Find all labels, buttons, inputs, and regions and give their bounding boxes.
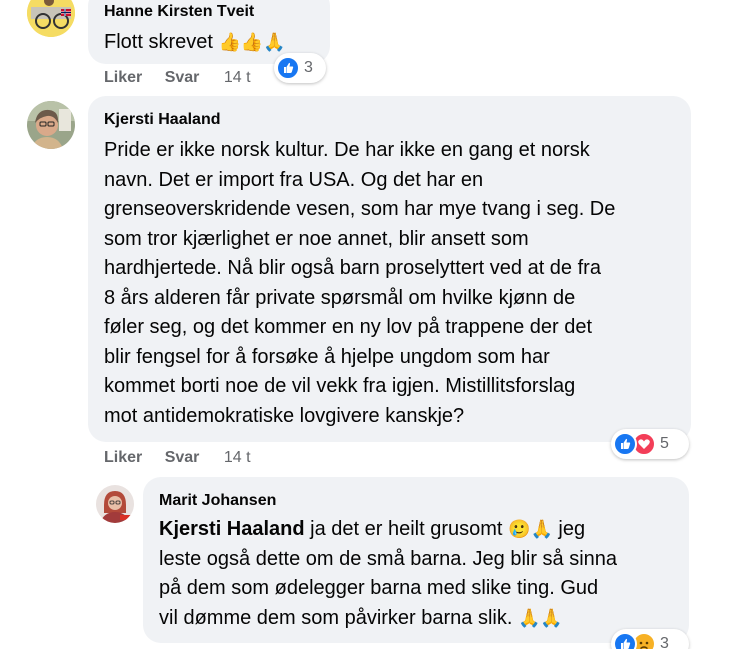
reaction-count: 3 [304, 59, 313, 76]
emoji-inline: 🙏🙏 [517, 607, 563, 628]
avatar[interactable] [27, 0, 75, 37]
comment-line: mot antidemokratiske lovgivere kanskje? [104, 404, 465, 427]
reaction-summary[interactable]: 3 [611, 629, 689, 649]
reply-button[interactable]: Svar [165, 448, 200, 468]
comment-author[interactable]: Marit Johansen [159, 491, 689, 511]
comment-line: føler seg, og det kommer en ny lov på tr… [104, 316, 593, 338]
comment-thread: Hanne Kirsten Tveit Flott skrevet 👍👍🙏 3 … [0, 0, 733, 649]
comment-bubble: Kjersti Haaland Pride er ikke norsk kult… [88, 96, 691, 442]
avatar[interactable] [96, 485, 134, 523]
mention-link[interactable]: Kjersti Haaland [159, 518, 305, 540]
comment-line: hardhjertede. Nå blir også barn proselyt… [104, 257, 601, 279]
comment-author[interactable]: Hanne Kirsten Tveit [104, 2, 330, 22]
avatar-photo [27, 101, 75, 149]
reaction-count: 3 [660, 635, 669, 649]
avatar[interactable] [27, 101, 75, 149]
comment-line: blir fengsel for å forsøke å hjelpe ungd… [104, 345, 550, 368]
comment-line: Pride er ikke norsk kultur. De har ikke … [104, 139, 590, 161]
reaction-summary[interactable]: 5 [611, 429, 689, 459]
like-button[interactable]: Liker [104, 448, 142, 468]
comment-line: på dem som ødelegger barna med slike tin… [159, 577, 599, 599]
comment-author[interactable]: Kjersti Haaland [104, 110, 691, 130]
reply-bubble: Marit Johansen Kjersti Haaland ja det er… [143, 477, 689, 643]
comment-body: jeg [552, 518, 586, 540]
avatar-photo [96, 485, 134, 523]
comment-actions: Liker Svar 14 t [104, 448, 251, 468]
comment-body: ja det er heilt grusomt [304, 518, 509, 540]
timestamp[interactable]: 14 t [224, 68, 251, 88]
comment-actions: Liker Svar 14 t [104, 68, 251, 88]
comment-line: navn. Det er import fra USA. Og det har … [104, 168, 484, 191]
comment-body: vil dømme dem som påvirker barna slik. [159, 606, 518, 629]
like-icon [613, 432, 637, 456]
comment-line: kommet borti noe de vil vekk fra igjen. … [104, 375, 576, 397]
comment-body: Flott skrevet [104, 31, 213, 53]
comment-line: grenseoverskridende vesen, som har mye t… [104, 198, 616, 220]
comment-line: leste også dette om de små barna. Jeg bl… [159, 547, 618, 570]
comment-text: Kjersti Haaland ja det er heilt grusomt … [159, 515, 689, 633]
reaction-summary[interactable]: 3 [274, 53, 326, 83]
avatar-photo [27, 0, 75, 37]
like-icon [613, 632, 637, 649]
emoji-reactions-inline: 👍👍🙏 [218, 32, 286, 52]
comment-line: som tror kjærlighet er noe annet, blir a… [104, 227, 529, 250]
reply-button[interactable]: Svar [165, 68, 200, 88]
comment-text: Pride er ikke norsk kultur. De har ikke … [104, 136, 691, 431]
comment-line: vil dømme dem som påvirker barna slik. 🙏… [159, 604, 689, 634]
like-button[interactable]: Liker [104, 68, 142, 88]
timestamp[interactable]: 14 t [224, 448, 251, 468]
emoji-inline: 🥲🙏 [508, 519, 553, 539]
comment-line: Kjersti Haaland ja det er heilt grusomt … [159, 515, 689, 545]
comment-line: 8 års alderen får private spørsmål om hv… [104, 286, 576, 309]
reaction-count: 5 [660, 435, 669, 452]
like-icon [276, 56, 300, 80]
